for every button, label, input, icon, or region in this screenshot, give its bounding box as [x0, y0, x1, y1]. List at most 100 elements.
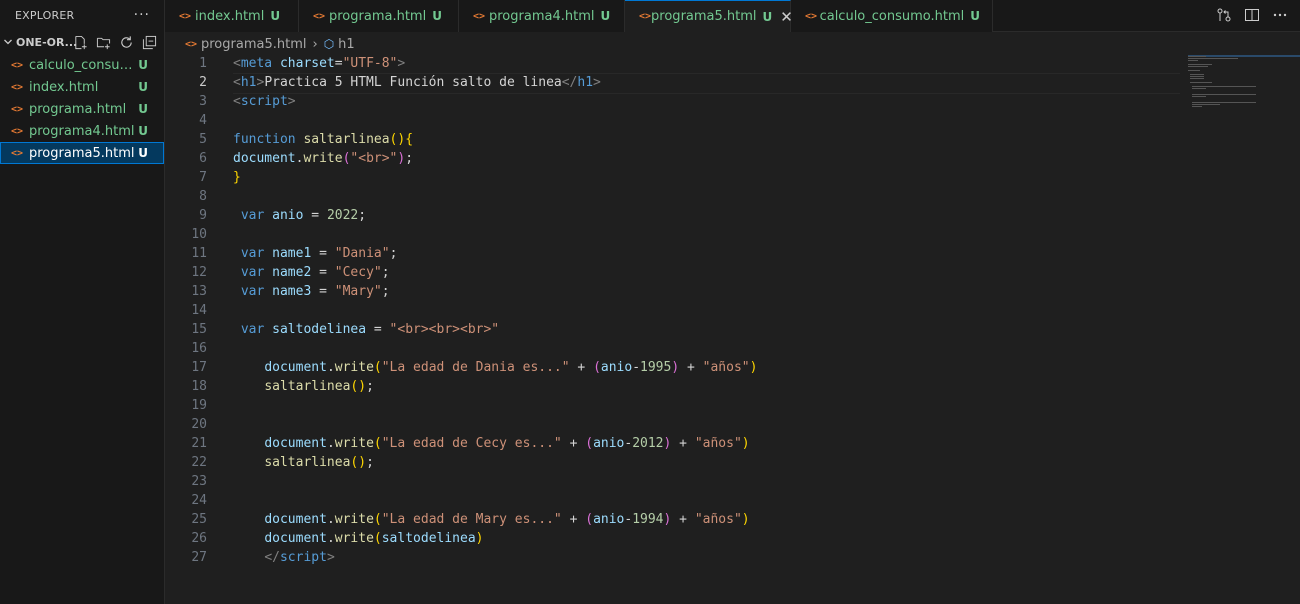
line-number: 2: [199, 75, 207, 90]
folder-name: ONE-OR...: [16, 35, 78, 49]
line-number: 12: [191, 265, 207, 280]
symbol-element-icon: ⬡: [323, 37, 335, 51]
untracked-badge: U: [762, 9, 773, 24]
line-number: 13: [191, 284, 207, 299]
line-number: 10: [191, 227, 207, 242]
code-line: 11 var name1 = "Dania";: [165, 244, 1300, 263]
open-changes-icon[interactable]: [1216, 6, 1232, 24]
breadcrumb-file[interactable]: programa5.html: [201, 37, 306, 52]
code-text: document.write("La edad de Dania es..." …: [264, 360, 758, 375]
refresh-icon[interactable]: [118, 34, 135, 51]
tab-label: calculo_consumo.html: [819, 8, 965, 24]
code-line: 23: [165, 472, 1300, 491]
untracked-badge: U: [600, 9, 611, 23]
more-actions-icon[interactable]: [1272, 6, 1288, 24]
code-line: 25 document.write("La edad de Mary es...…: [165, 510, 1300, 529]
code-line: 27 </script>: [165, 548, 1300, 567]
code-text: function saltarlinea(){: [233, 132, 414, 147]
untracked-badge: U: [270, 9, 281, 23]
folder-actions: [72, 34, 158, 51]
code-text: var name3 = "Mary";: [240, 284, 390, 299]
editor-actions: [1216, 6, 1288, 24]
code-text: <h1>Practica 5 HTML Función salto de lin…: [233, 75, 601, 90]
chevron-down-icon: [4, 39, 12, 45]
tab-label: programa.html: [329, 8, 427, 24]
code-line: 24: [165, 491, 1300, 510]
code-line-current: 2 <h1>Practica 5 HTML Función salto de li…: [165, 73, 1300, 94]
tab-programa5[interactable]: <> programa5.html U ✕: [625, 0, 793, 32]
tab-programa4[interactable]: <> programa4.html U: [459, 0, 625, 32]
untracked-badge: U: [138, 80, 148, 94]
code-text: </script>: [264, 550, 335, 565]
tab-programa[interactable]: <> programa.html U: [299, 0, 459, 32]
code-text: saltarlinea();: [264, 379, 374, 394]
new-file-icon[interactable]: [72, 34, 89, 51]
folder-header[interactable]: ONE-OR...: [0, 30, 164, 54]
code-text: var saltodelinea = "<br><br><br>": [240, 322, 500, 337]
code-line: 19: [165, 396, 1300, 415]
line-number: 14: [191, 303, 207, 318]
code-text: var name1 = "Dania";: [240, 246, 398, 261]
line-number: 1: [199, 56, 207, 71]
html-file-icon: <>: [473, 10, 486, 22]
html-file-icon: <>: [11, 59, 24, 71]
code-line: 13 var name3 = "Mary";: [165, 282, 1300, 301]
code-line: 18 saltarlinea();: [165, 377, 1300, 396]
explorer-title: EXPLORER: [15, 8, 75, 22]
code-line: 3 <script>: [165, 92, 1300, 111]
explorer-sidebar: EXPLORER ··· ONE-OR... <> calculo_consum…: [0, 0, 165, 604]
file-list: <> calculo_consum... U <> index.html U <…: [0, 54, 164, 164]
file-name: programa5.html: [29, 145, 135, 161]
line-number: 26: [191, 531, 207, 546]
file-item-active[interactable]: <> programa5.html U: [0, 142, 164, 164]
tab-label: programa5.html: [651, 9, 757, 24]
new-folder-icon[interactable]: [95, 34, 112, 51]
html-file-icon: <>: [805, 10, 818, 22]
untracked-badge: U: [138, 58, 148, 72]
code-line: 26 document.write(saltodelinea): [165, 529, 1300, 548]
code-line: 14: [165, 301, 1300, 320]
line-number: 22: [191, 455, 207, 470]
untracked-badge: U: [138, 102, 148, 116]
code-line: 22 saltarlinea();: [165, 453, 1300, 472]
file-item[interactable]: <> calculo_consum... U: [0, 54, 164, 76]
code-text: var name2 = "Cecy";: [240, 265, 390, 280]
tab-calculo-consumo[interactable]: <> calculo_consumo.html U: [791, 0, 993, 32]
tab-index[interactable]: <> index.html U: [165, 0, 299, 32]
line-number: 15: [191, 322, 207, 337]
code-line: 5 function saltarlinea(){: [165, 130, 1300, 149]
code-text: document.write(saltodelinea): [264, 531, 484, 546]
line-number: 11: [191, 246, 207, 261]
breadcrumb-symbol[interactable]: h1: [338, 37, 355, 52]
tab-label: programa4.html: [489, 8, 595, 24]
untracked-badge: U: [138, 124, 148, 138]
code-line: 8: [165, 187, 1300, 206]
line-number: 16: [191, 341, 207, 356]
line-number: 3: [199, 94, 207, 109]
code-text: <meta charset="UTF-8">: [233, 56, 406, 71]
code-line: 10: [165, 225, 1300, 244]
more-actions-icon[interactable]: ···: [134, 7, 150, 23]
line-number: 19: [191, 398, 207, 413]
line-number: 25: [191, 512, 207, 527]
file-item[interactable]: <> programa.html U: [0, 98, 164, 120]
html-file-icon: <>: [11, 147, 24, 159]
code-line: 20: [165, 415, 1300, 434]
code-text: document.write("<br>");: [233, 151, 414, 166]
breadcrumb: <> programa5.html › ⬡ h1: [165, 33, 355, 55]
file-item[interactable]: <> index.html U: [0, 76, 164, 98]
chevron-right-icon: ›: [312, 36, 318, 52]
code-text: <script>: [233, 94, 296, 109]
collapse-all-icon[interactable]: [141, 34, 158, 51]
line-number: 17: [191, 360, 207, 375]
code-editor[interactable]: 1 <meta charset="UTF-8"> 2 <h1>Practica 5 …: [165, 54, 1300, 604]
code-line: 7}: [165, 168, 1300, 187]
code-line: 21 document.write("La edad de Cecy es...…: [165, 434, 1300, 453]
line-number: 5: [199, 132, 207, 147]
line-number: 9: [199, 208, 207, 223]
untracked-badge: U: [970, 9, 980, 23]
minimap[interactable]: [1188, 54, 1300, 114]
file-item[interactable]: <> programa4.html U: [0, 120, 164, 142]
split-editor-icon[interactable]: [1244, 6, 1260, 24]
line-number: 24: [191, 493, 207, 508]
